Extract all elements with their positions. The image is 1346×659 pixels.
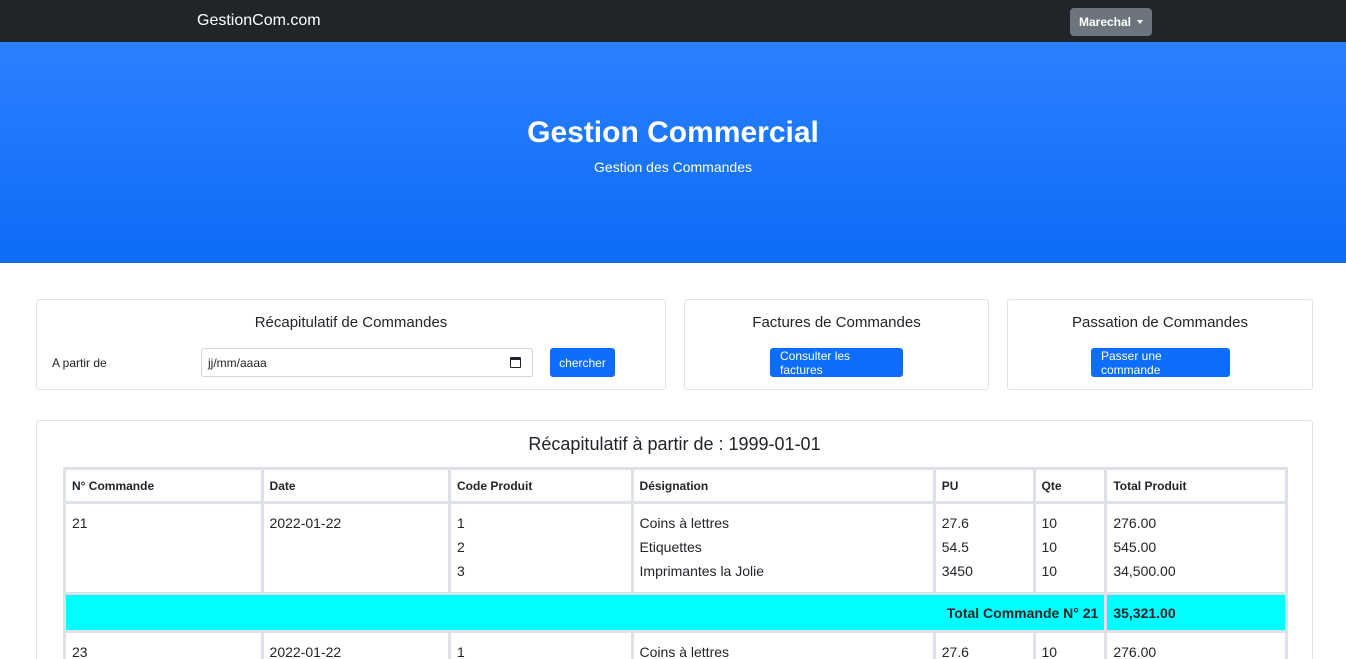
search-button[interactable]: chercher — [550, 348, 615, 377]
column-header: Code Produit — [448, 467, 634, 504]
recap-results-card: Récapitulatif à partir de : 1999-01-01 N… — [36, 420, 1313, 659]
user-dropdown-button[interactable]: Marechal — [1070, 8, 1152, 36]
product-totals: 276.00 545.00 34,500.00 — [1104, 501, 1288, 595]
brand-link[interactable]: GestionCom.com — [197, 12, 321, 30]
column-header: PU — [932, 467, 1036, 504]
recap-card-title: Récapitulatif de Commandes — [254, 314, 448, 331]
user-name: Marechal — [1078, 15, 1132, 29]
unit-prices: 27.6 — [932, 630, 1036, 659]
date-input[interactable]: jj/mm/aaaa — [201, 348, 533, 377]
recap-table: N° Commande Date Code Produit Désignatio… — [62, 467, 1288, 659]
column-header: Total Produit — [1104, 467, 1288, 504]
table-row: 21 2022-01-22 1 2 3 Coins à lettres Etiq… — [63, 501, 1288, 595]
column-header: Désignation — [630, 467, 936, 504]
from-label: A partir de — [52, 356, 107, 370]
product-totals: 276.00 — [1104, 630, 1288, 659]
recap-title: Récapitulatif à partir de : 1999-01-01 — [528, 434, 821, 454]
table-row: 23 2022-01-22 1 Coins à lettres 27.6 10 … — [63, 630, 1288, 659]
column-header: N° Commande — [63, 467, 264, 504]
order-card: Passation de Commandes Passer une comman… — [1007, 299, 1313, 390]
hero-title: Gestion Commercial — [527, 116, 819, 149]
navbar: GestionCom.com Marechal — [0, 0, 1346, 42]
product-designations: Coins à lettres Etiquettes Imprimantes l… — [630, 501, 936, 595]
date-placeholder: jj/mm/aaaa — [208, 355, 267, 370]
order-date: 2022-01-22 — [260, 630, 452, 659]
order-date: 2022-01-22 — [260, 501, 452, 595]
view-invoices-button[interactable]: Consulter les factures — [770, 348, 903, 377]
column-header: Qte — [1032, 467, 1108, 504]
table-header-row: N° Commande Date Code Produit Désignatio… — [63, 467, 1288, 504]
quantities: 10 — [1032, 630, 1108, 659]
unit-prices: 27.6 54.5 3450 — [932, 501, 1036, 595]
product-designations: Coins à lettres — [630, 630, 936, 659]
column-header: Date — [260, 467, 452, 504]
order-number: 21 — [63, 501, 264, 595]
order-total-value: 35,321.00 — [1104, 592, 1288, 633]
place-order-button[interactable]: Passer une commande — [1091, 348, 1230, 377]
caret-down-icon — [1137, 20, 1144, 24]
invoices-card-title: Factures de Commandes — [752, 314, 921, 331]
order-number: 23 — [63, 630, 264, 659]
order-card-title: Passation de Commandes — [1072, 314, 1248, 331]
recap-search-card: Récapitulatif de Commandes A partir de j… — [36, 299, 666, 390]
quantities: 10 10 10 — [1032, 501, 1108, 595]
hero-subtitle: Gestion des Commandes — [594, 159, 752, 175]
hero-banner: Gestion Commercial Gestion des Commandes — [0, 42, 1346, 263]
order-total-row: Total Commande N° 21 35,321.00 — [62, 592, 1288, 633]
order-total-label: Total Commande N° 21 — [62, 592, 1108, 633]
product-codes: 1 — [448, 630, 634, 659]
product-codes: 1 2 3 — [448, 501, 634, 595]
invoices-card: Factures de Commandes Consulter les fact… — [684, 299, 989, 390]
calendar-icon[interactable] — [510, 357, 521, 368]
